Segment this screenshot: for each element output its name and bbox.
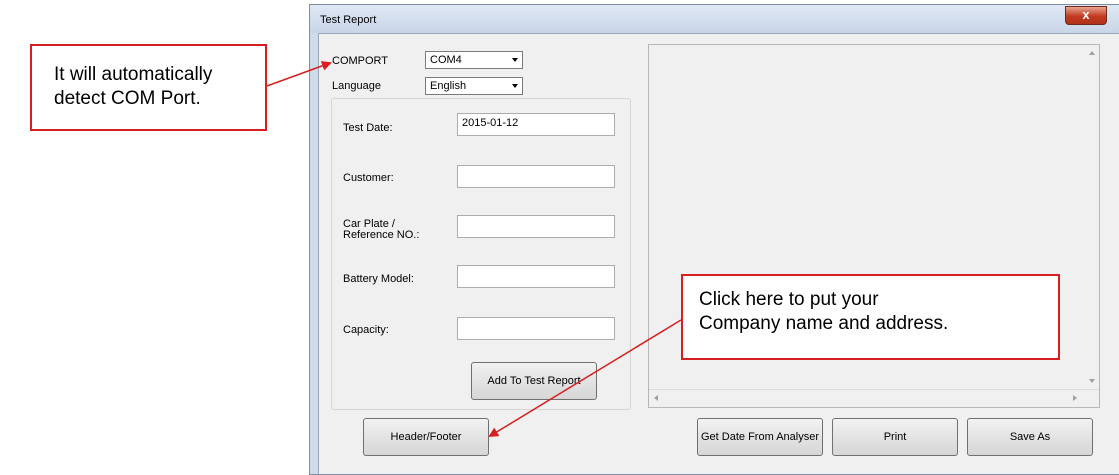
comport-arrow xyxy=(266,61,332,87)
callout-arrows xyxy=(266,61,682,438)
header-footer-arrow xyxy=(488,319,682,438)
